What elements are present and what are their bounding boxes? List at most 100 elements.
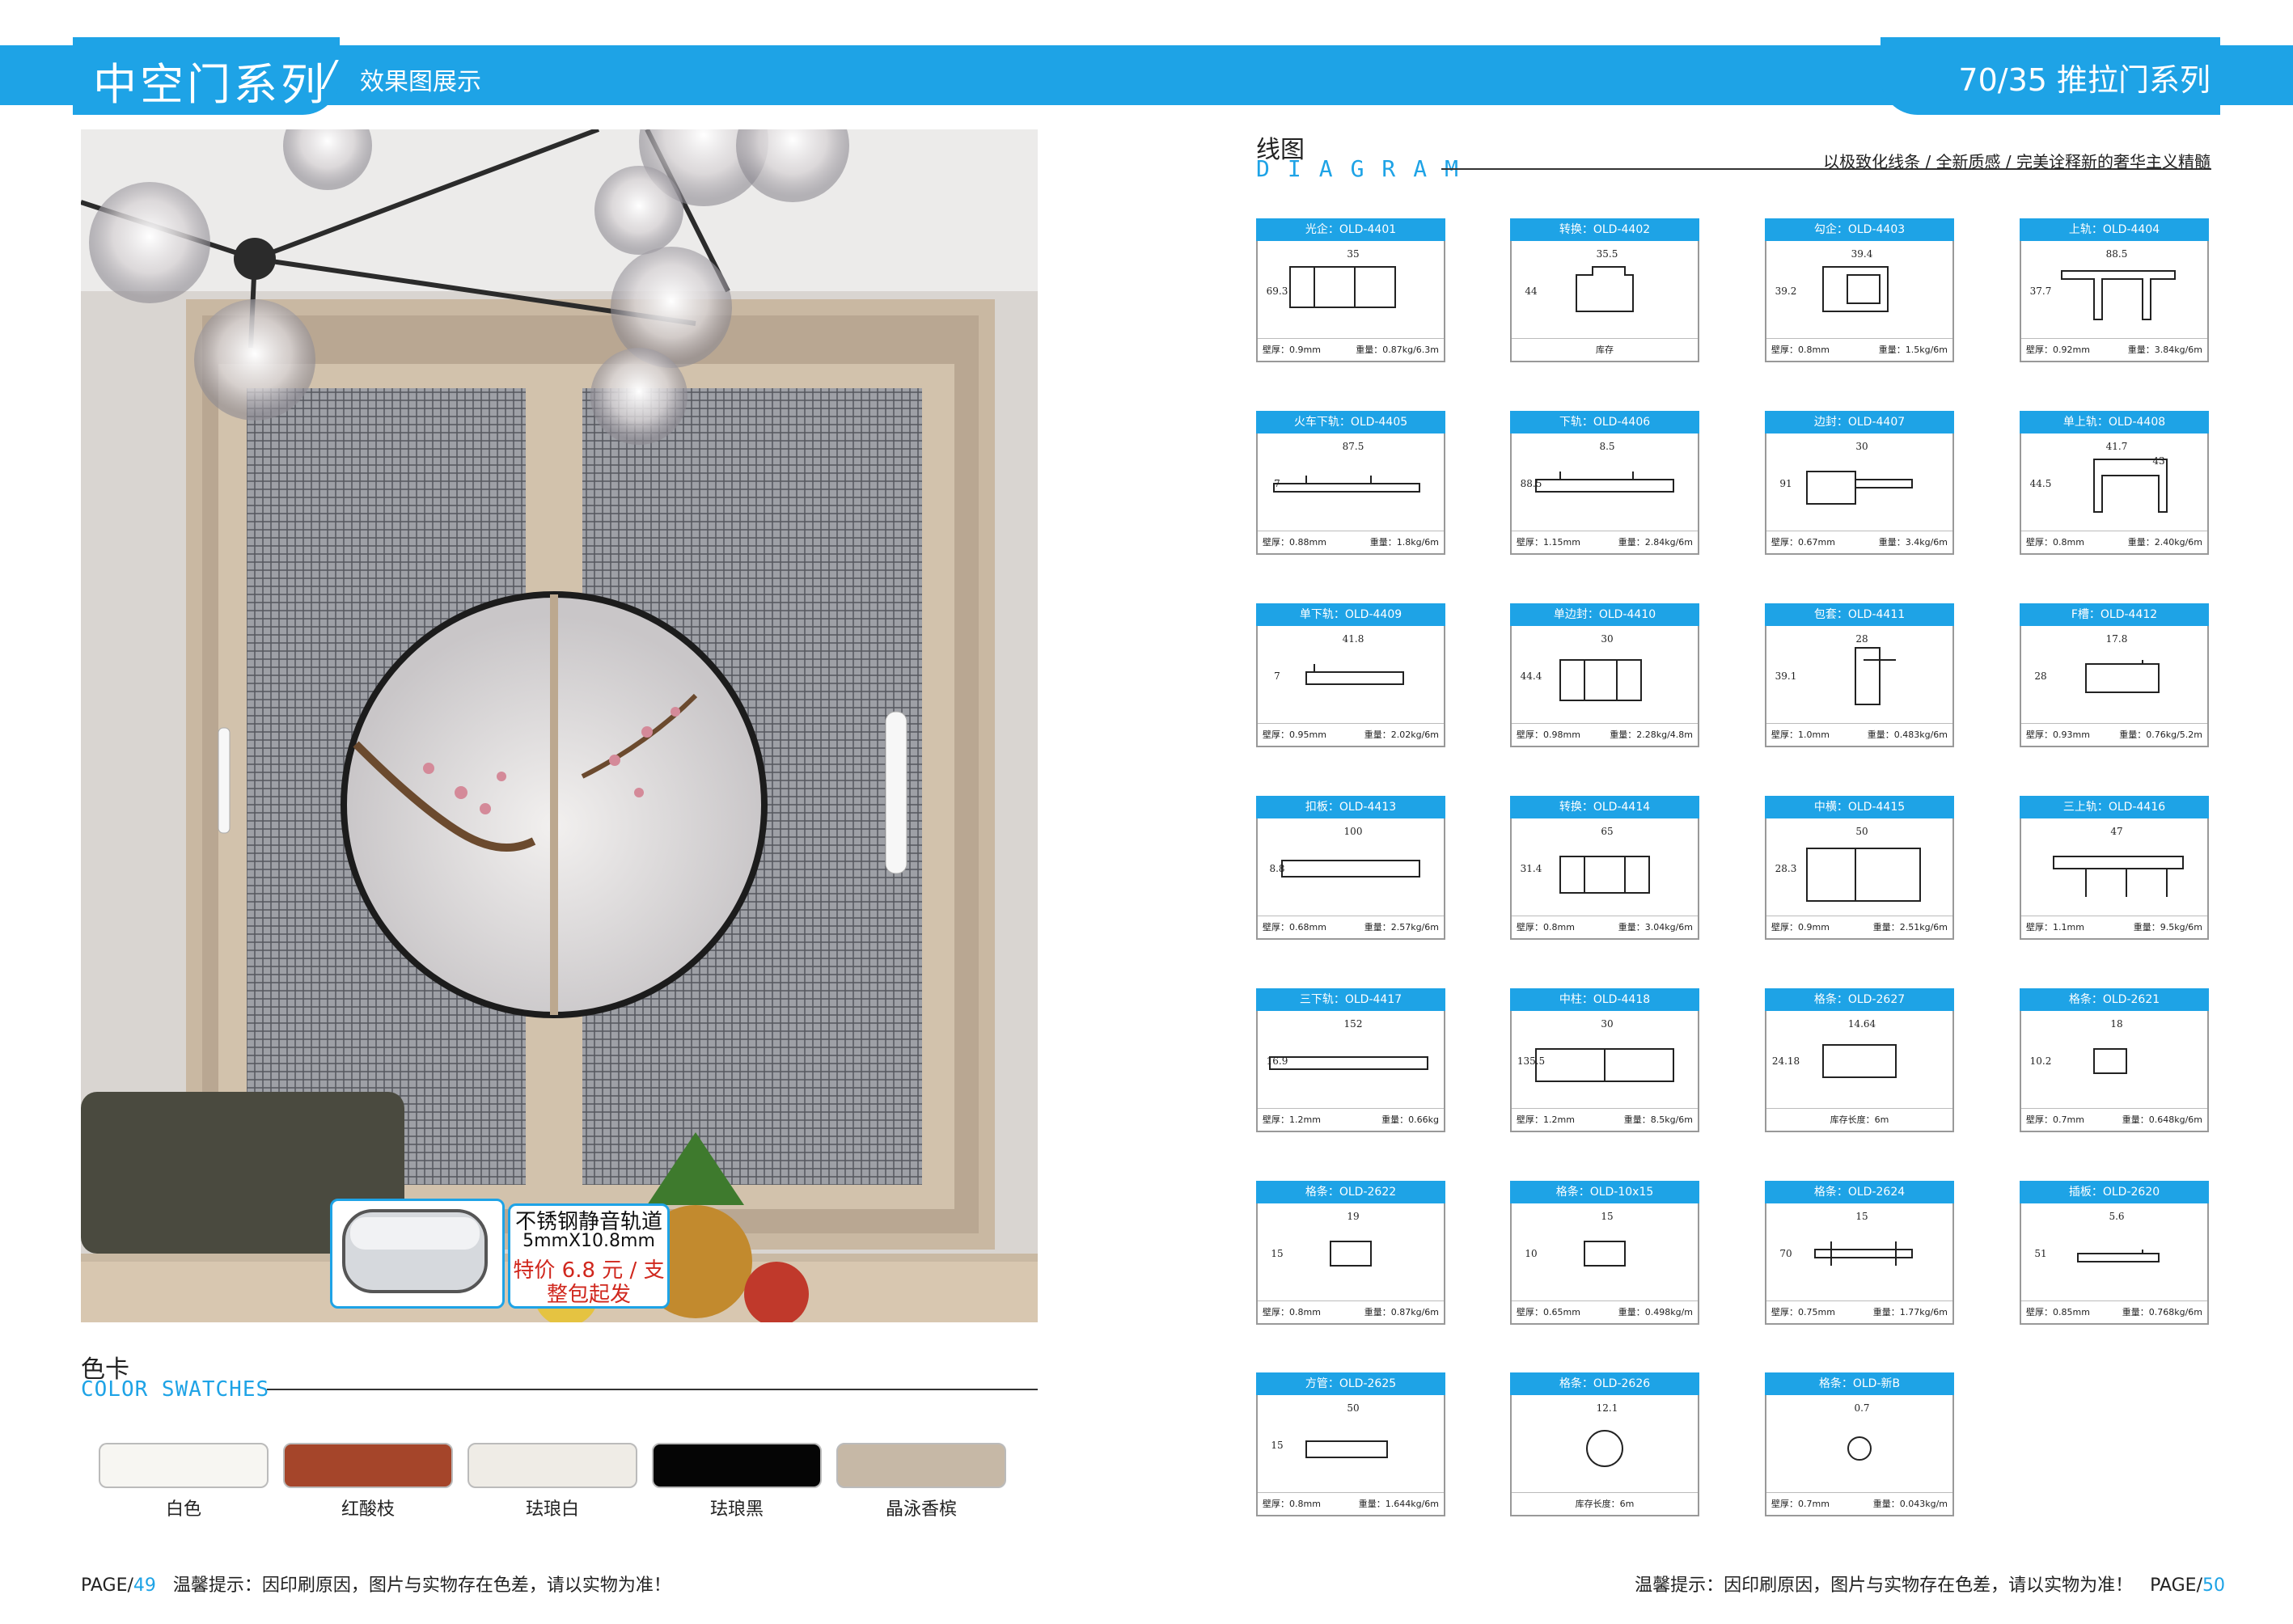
profile-spec: 壁厚：0.7mm 重量：0.043kg/m [1766,1492,1952,1515]
profile-dimension: 15 [1601,1211,1613,1222]
profile-outline [1289,266,1396,308]
profile-dimension: 15 [1271,1440,1283,1451]
profile-spec: 壁厚：1.0mm 重量：0.483kg/6m [1766,723,1952,746]
profile-code: 格条：OLD-10x15 [1510,1181,1699,1203]
color-swatch [836,1443,1006,1488]
profile-spec: 壁厚：1.15mm 重量：2.84kg/6m [1512,531,1698,553]
left-footer-tip: 温馨提示：因印刷原因，图片与实物存在色差，请以实物为准！ [172,1575,671,1596]
profile-card: 单边封：OLD-4410 30 44.4 壁厚：0.98mm 重量：2.28kg/4.8… [1510,603,1699,747]
profile-spec-primary: 壁厚：0.95mm [1263,730,1326,740]
profile-drawing: 1510 [1525,1211,1626,1267]
profile-spec: 壁厚：0.93mm 重量：0.76kg/5.2m [2021,723,2207,746]
profile-card: 光企：OLD-4401 35 69.3 壁厚：0.9mm 重量：0.87kg/6.3m [1256,218,1445,362]
profile-spec-secondary: 重量：3.84kg/6m [2127,345,2202,355]
profile-dimension: 70 [1779,1248,1792,1259]
color-swatch [99,1443,269,1488]
profile-spec-secondary: 重量：0.66kg [1381,1114,1439,1125]
profile-dimension: 39.1 [1775,670,1797,682]
profile-card: 中柱：OLD-4418 30 135.5 壁厚：1.2mm 重量：8.5kg/6m [1510,988,1699,1132]
profile-outline [1305,664,1404,685]
profile-code: 转换：OLD-4414 [1510,796,1699,818]
profile-outline [1269,1056,1428,1070]
profile-code: 三上轨：OLD-4416 [2020,796,2209,818]
profile-spec: 库存长度：6m [1766,1108,1952,1131]
profile-spec: 壁厚：0.92mm 重量：3.84kg/6m [2021,338,2207,361]
profile-spec-secondary: 重量：1.5kg/6m [1878,345,1948,355]
profile-dimension: 30 [1601,1018,1613,1030]
footer-left: PAGE/49 温馨提示：因印刷原因，图片与实物存在色差，请以实物为准！ [81,1571,671,1597]
profile-code: 格条：OLD-2622 [1256,1181,1445,1203]
profile-outline [2061,270,2176,320]
profile-card: 格条：OLD-2622 19 15 壁厚：0.8mm 重量：0.87kg/6m [1256,1181,1445,1325]
profile-spec-secondary: 重量：0.043kg/m [1872,1499,1948,1509]
profile-dimension: 28 [1855,633,1868,645]
profile-spec-primary: 壁厚：0.7mm [2026,1114,2084,1125]
profile-code: 格条：OLD-2621 [2020,988,2209,1011]
profile-dimension: 100 [1344,826,1363,837]
rail-profile-image [330,1199,505,1309]
profile-outline [1855,647,1896,705]
profile-spec-secondary: 重量：0.76kg/5.2m [2119,730,2202,740]
color-swatch-label: 红酸枝 [341,1499,395,1520]
profile-outline [2093,459,2168,513]
profile-outline [1822,1044,1897,1078]
profile-card: 边封：OLD-4407 30 91 壁厚：0.67mm 重量：3.4kg/6m [1765,411,1954,555]
right-series-title: 70/35 推拉门系列 [1958,62,2211,98]
profile-spec-secondary: 重量：1.644kg/6m [1358,1499,1439,1509]
profile-dimension: 152 [1344,1018,1363,1030]
profile-spec-secondary: 重量：0.483kg/6m [1867,730,1948,740]
profile-dimension: 18 [2110,1018,2122,1030]
profile-card: 格条：OLD-2627 14.64 24.18 库存长度：6m [1765,988,1954,1132]
profile-drawing: 12.1 [1586,1402,1623,1467]
profile-spec: 壁厚：0.8mm 重量：0.87kg/6m [1258,1300,1444,1323]
profile-code: 转换：OLD-4402 [1510,218,1699,241]
profile-dimension: 16.9 [1267,1055,1288,1067]
profile-dimension: 69.3 [1267,285,1288,297]
profile-drawing: 8.5 88.5 [1521,441,1674,493]
profile-spec: 壁厚：0.7mm 重量：0.648kg/6m [2021,1108,2207,1131]
profile-drawing: 17.8 28 [2034,633,2160,693]
profile-outline [1330,1241,1372,1267]
profile-card: 转换：OLD-4414 65 31.4 壁厚：0.8mm 重量：3.04kg/6m [1510,796,1699,940]
profile-drawing: 100 8.8 [1269,826,1420,878]
footer-right: 温馨提示：因印刷原因，图片与实物存在色差，请以实物为准！ PAGE/50 [1635,1571,2225,1597]
profile-dimension: 30 [1855,441,1868,452]
diagram-slogan: 以极致化线条 / 全新质感 / 完美诠释新的奢华主义精髓 [1823,152,2211,171]
profile-spec: 壁厚：0.9mm 重量：0.87kg/6.3m [1258,338,1444,361]
profile-spec-secondary: 重量：0.768kg/6m [2122,1307,2202,1317]
color-swatch-label: 珐琅黑 [709,1499,764,1520]
profile-spec: 壁厚：0.68mm 重量：2.57kg/6m [1258,916,1444,938]
profile-spec-primary: 壁厚：0.75mm [1771,1307,1835,1317]
profile-spec: 库存 [1512,338,1698,361]
profile-dimension: 44.5 [2030,478,2052,489]
profile-outline [1822,266,1889,312]
profile-dimension: 35 [1347,248,1359,260]
profile-outline [1559,856,1650,894]
profile-outline [1535,472,1674,493]
color-swatch [283,1443,453,1488]
profile-drawing: 50 28.3 [1775,826,1921,902]
profile-card: 单下轨：OLD-4409 41.8 7 壁厚：0.95mm 重量：2.02kg/6m [1256,603,1445,747]
profile-code: 格条：OLD-2626 [1510,1372,1699,1395]
profile-spec: 壁厚：0.75mm 重量：1.77kg/6m [1766,1300,1952,1323]
profile-code: 中横：OLD-4415 [1765,796,1954,818]
profile-outline [1576,266,1634,312]
series-title: 中空门系列 [93,59,328,110]
profile-dimension: 44.4 [1521,670,1542,682]
profile-card: F槽：OLD-4412 17.8 28 壁厚：0.93mm 重量：0.76kg/5.2m [2020,603,2209,747]
profile-spec-primary: 壁厚：1.15mm [1517,537,1580,548]
profile-code: 插板：OLD-2620 [2020,1181,2209,1203]
profile-dimension: 30 [1601,633,1613,645]
profile-outline [1305,1440,1388,1458]
profile-outline [1273,476,1420,493]
title-separator: / [324,53,336,95]
profile-outline [1586,1430,1623,1467]
profile-outline [1535,1048,1674,1082]
profile-outline [1814,1241,1913,1266]
profile-drawing: 41.87 [1274,633,1404,685]
profile-spec-primary: 库存 [1596,345,1614,355]
profile-dimension: 37.7 [2030,285,2052,297]
profile-spec-secondary: 重量：1.77kg/6m [1872,1307,1948,1317]
profile-code: 边封：OLD-4407 [1765,411,1954,433]
profile-dimension: 91 [1779,478,1792,489]
